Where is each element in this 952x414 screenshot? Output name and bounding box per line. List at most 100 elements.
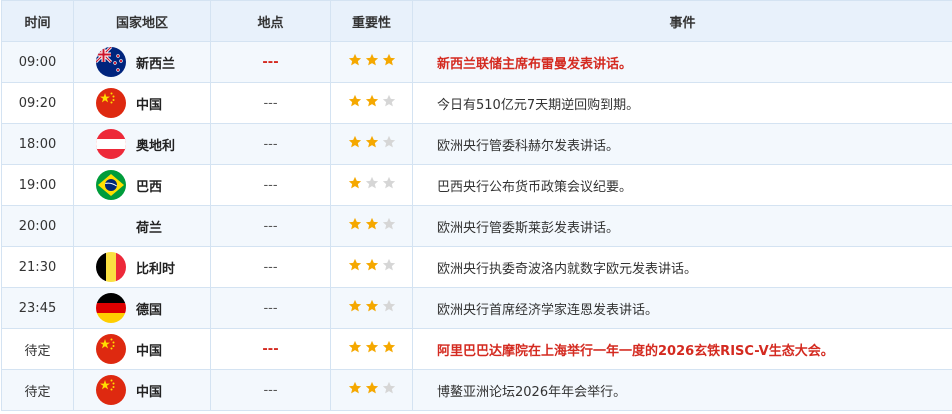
table-row: 09:00 新西兰 --- 新西兰联储主席布雷曼发表讲话。 [1,41,952,83]
country-name: 德国 [136,302,163,318]
star-filled-icon [365,217,379,231]
country-cell: 中国 [73,328,211,370]
importance-cell [330,246,413,288]
event-cell: 欧洲央行管委斯莱彭发表讲话。 [412,205,952,247]
location-cell: --- [210,328,331,370]
country-cell: 中国 [73,369,211,411]
country-cell: 德国 [73,287,211,329]
location-cell: --- [210,246,331,288]
event-time: 18:00 [1,123,74,165]
star-empty-icon [365,176,379,190]
table-row: 21:30 比利时 --- 欧洲央行执委奇波洛内就数字欧元发表讲话。 [1,246,952,288]
importance-cell [330,205,413,247]
brazil-flag-icon [96,170,126,200]
star-filled-icon [348,299,362,313]
column-header-time: 时间 [1,0,74,42]
location-text: --- [263,177,278,193]
location-text: --- [263,218,278,234]
location-text: --- [262,54,279,70]
star-empty-icon [382,381,396,395]
austria-flag-icon [96,129,126,159]
star-filled-icon [348,135,362,149]
importance-cell [330,328,413,370]
event-time: 23:45 [1,287,74,329]
table-row: 23:45 德国 --- 欧洲央行首席经济学家连恩发表讲话。 [1,287,952,329]
event-description: 阿里巴巴达摩院在上海举行一年一度的2026玄铁RISC-V生态大会。 [437,343,834,359]
location-text: --- [263,95,278,111]
star-filled-icon [365,135,379,149]
table-row: 19:00 巴西 --- 巴西央行公布货币政策会议纪要。 [1,164,952,206]
event-cell: 巴西央行公布货币政策会议纪要。 [412,164,952,206]
importance-rating [348,217,396,231]
event-time: 21:30 [1,246,74,288]
event-cell: 欧洲央行执委奇波洛内就数字欧元发表讲话。 [412,246,952,288]
importance-rating [348,135,396,149]
china-flag-icon [96,88,126,118]
star-filled-icon [348,176,362,190]
location-text: --- [263,259,278,275]
germany-flag-icon [96,293,126,323]
event-description: 巴西央行公布货币政策会议纪要。 [437,179,633,195]
location-cell: --- [210,164,331,206]
new-zealand-flag-icon [96,47,126,77]
country-name: 中国 [136,97,163,113]
event-cell: 欧洲央行首席经济学家连恩发表讲话。 [412,287,952,329]
location-text: --- [263,136,278,152]
event-description: 今日有510亿元7天期逆回购到期。 [437,97,640,113]
event-cell: 阿里巴巴达摩院在上海举行一年一度的2026玄铁RISC-V生态大会。 [412,328,952,370]
star-filled-icon [382,53,396,67]
star-empty-icon [382,176,396,190]
table-row: 20:00 荷兰 --- 欧洲央行管委斯莱彭发表讲话。 [1,205,952,247]
star-filled-icon [365,94,379,108]
table-row: 待定 中国 --- 阿里巴巴达摩院在上海举行一年一度的2026玄铁RISC-V生态大会… [1,328,952,370]
star-filled-icon [365,299,379,313]
importance-cell [330,123,413,165]
flag-icon [96,211,126,241]
location-cell: --- [210,369,331,411]
event-description: 欧洲央行管委科赫尔发表讲话。 [437,138,620,154]
importance-rating [348,340,396,354]
country-name: 中国 [136,384,163,400]
table-row: 09:20 中国 --- 今日有510亿元7天期逆回购到期。 [1,82,952,124]
star-filled-icon [365,340,379,354]
importance-cell [330,287,413,329]
event-cell: 欧洲央行管委科赫尔发表讲话。 [412,123,952,165]
table-row: 18:00 奥地利 --- 欧洲央行管委科赫尔发表讲话。 [1,123,952,165]
importance-cell [330,41,413,83]
star-empty-icon [382,258,396,272]
country-name: 中国 [136,343,163,359]
country-cell: 巴西 [73,164,211,206]
column-header-country: 国家地区 [73,0,211,42]
event-time: 09:20 [1,82,74,124]
star-filled-icon [348,381,362,395]
event-time: 待定 [1,328,74,370]
country-cell: 比利时 [73,246,211,288]
location-cell: --- [210,123,331,165]
star-filled-icon [365,53,379,67]
importance-rating [348,94,396,108]
location-cell: --- [210,82,331,124]
event-description: 新西兰联储主席布雷曼发表讲话。 [437,56,633,72]
star-empty-icon [382,217,396,231]
event-time: 20:00 [1,205,74,247]
country-cell: 新西兰 [73,41,211,83]
location-cell: --- [210,205,331,247]
location-cell: --- [210,41,331,83]
importance-rating [348,258,396,272]
event-description: 欧洲央行执委奇波洛内就数字欧元发表讲话。 [437,261,698,277]
event-time: 09:00 [1,41,74,83]
country-name: 巴西 [136,179,163,195]
star-filled-icon [348,94,362,108]
star-filled-icon [365,381,379,395]
location-text: --- [263,382,278,398]
column-header-event: 事件 [412,0,952,42]
importance-cell [330,369,413,411]
china-flag-icon [96,375,126,405]
event-cell: 新西兰联储主席布雷曼发表讲话。 [412,41,952,83]
belgium-flag-icon [96,252,126,282]
column-header-location: 地点 [210,0,331,42]
country-name: 荷兰 [136,220,163,236]
table-body: 09:00 新西兰 --- 新西兰联储主席布雷曼发表讲话。 09:20 中国 --- 今日有5… [1,41,952,411]
country-cell: 奥地利 [73,123,211,165]
location-text: --- [263,300,278,316]
